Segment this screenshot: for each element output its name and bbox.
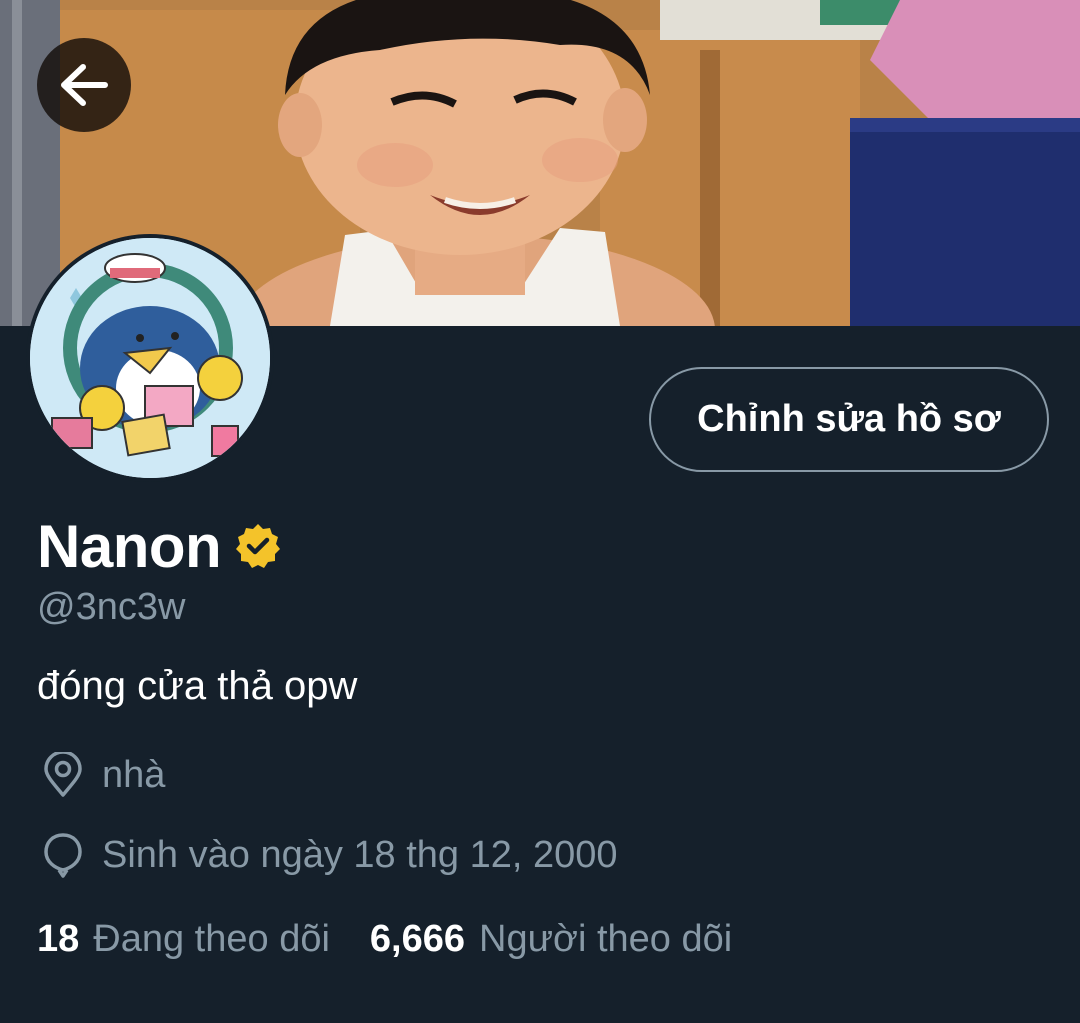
location-row: nhà: [42, 752, 165, 798]
profile-bio: đóng cửa thả opw: [37, 664, 358, 708]
back-button[interactable]: [37, 38, 131, 132]
username-handle: @3nc3w: [37, 586, 186, 628]
birth-date-row: Sinh vào ngày 18 thg 12, 2000: [42, 832, 618, 878]
followers-count: 6,666: [369, 918, 466, 960]
avatar[interactable]: [26, 234, 274, 482]
verified-badge-icon: [236, 524, 281, 568]
display-name: Nanon: [37, 512, 222, 580]
location-pin-icon: [44, 752, 82, 797]
following-label: Đang theo dõi: [93, 918, 330, 960]
balloon-icon: [44, 833, 82, 878]
name-row: Nanon: [37, 510, 283, 582]
edit-profile-button[interactable]: Chỉnh sửa hồ sơ: [649, 367, 1049, 472]
avatar-image: [30, 238, 270, 478]
arrow-left-icon: [61, 64, 108, 106]
follow-stats: 18 Đang theo dõi 6,666 Người theo dõi: [37, 918, 732, 961]
location-text: nhà: [102, 753, 166, 796]
following-link[interactable]: 18 Đang theo dõi: [37, 918, 330, 961]
following-count: 18: [37, 918, 80, 960]
followers-label: Người theo dõi: [479, 918, 733, 960]
birth-date-text: Sinh vào ngày 18 thg 12, 2000: [102, 833, 618, 876]
followers-link[interactable]: 6,666 Người theo dõi: [370, 918, 732, 961]
